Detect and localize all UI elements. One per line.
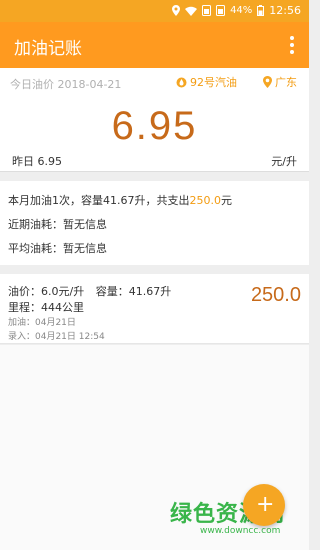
record-amount: 250.0 — [250, 284, 301, 306]
month-summary: 本月加油1次，容量41.67升，共支出250.0元 — [8, 192, 232, 208]
add-record-button[interactable]: + — [243, 484, 285, 526]
month-currency: 元 — [221, 194, 232, 207]
sim-icon — [202, 5, 212, 16]
pin-icon — [263, 76, 272, 88]
list-item[interactable]: 油价：6.0元/升 容量：41.67升 里程：444公里 加油：04月21日 录… — [0, 274, 309, 344]
price-unit: 元/升 — [271, 155, 297, 168]
fuel-type-selector[interactable]: 92号汽油 — [176, 74, 237, 90]
location-icon — [172, 5, 181, 16]
more-icon[interactable] — [289, 36, 295, 54]
add-icon: + — [256, 492, 275, 517]
wifi-icon — [185, 6, 198, 16]
sim-icon — [216, 5, 226, 16]
month-summary-text: 本月加油1次，容量41.67升，共支出 — [8, 194, 190, 207]
record-entry-time: 录入：04月21日 12:54 — [8, 332, 105, 342]
battery-percent: 44% — [230, 5, 253, 16]
drop-icon — [176, 77, 187, 87]
today-price: 6.95 — [111, 104, 198, 148]
region-selector[interactable]: 广东 — [263, 74, 297, 90]
average-consumption: 平均油耗：暂无信息 — [8, 242, 107, 255]
app-bar: 加油记账 — [0, 22, 309, 68]
month-amount: 250.0 — [189, 194, 222, 207]
record-price: 油价：6.0元/升 — [8, 285, 85, 298]
battery-icon — [257, 5, 265, 16]
record-refuel-date: 加油：04月21日 — [8, 318, 76, 328]
status-bar: 44% 12:56 — [0, 0, 309, 22]
app-title: 加油记账 — [14, 39, 82, 59]
clock: 12:56 — [269, 4, 301, 17]
record-price-volume: 油价：6.0元/升 容量：41.67升 — [8, 283, 171, 299]
region-label: 广东 — [275, 76, 297, 89]
summary-card: 本月加油1次，容量41.67升，共支出250.0元 近期油耗：暂无信息 平均油耗… — [0, 181, 309, 265]
watermark-url: www.downcc.com — [200, 526, 281, 536]
yesterday-price: 昨日 6.95 — [12, 155, 62, 168]
recent-consumption: 近期油耗：暂无信息 — [8, 218, 107, 231]
today-price-card: 今日油价 2018-04-21 92号汽油 广东 6.95 昨日 6.95 元/… — [0, 68, 309, 172]
fuel-type-label: 92号汽油 — [190, 76, 237, 89]
record-volume: 容量：41.67升 — [95, 285, 172, 298]
record-mileage: 里程：444公里 — [8, 301, 84, 314]
date-label: 今日油价 2018-04-21 — [10, 78, 122, 91]
